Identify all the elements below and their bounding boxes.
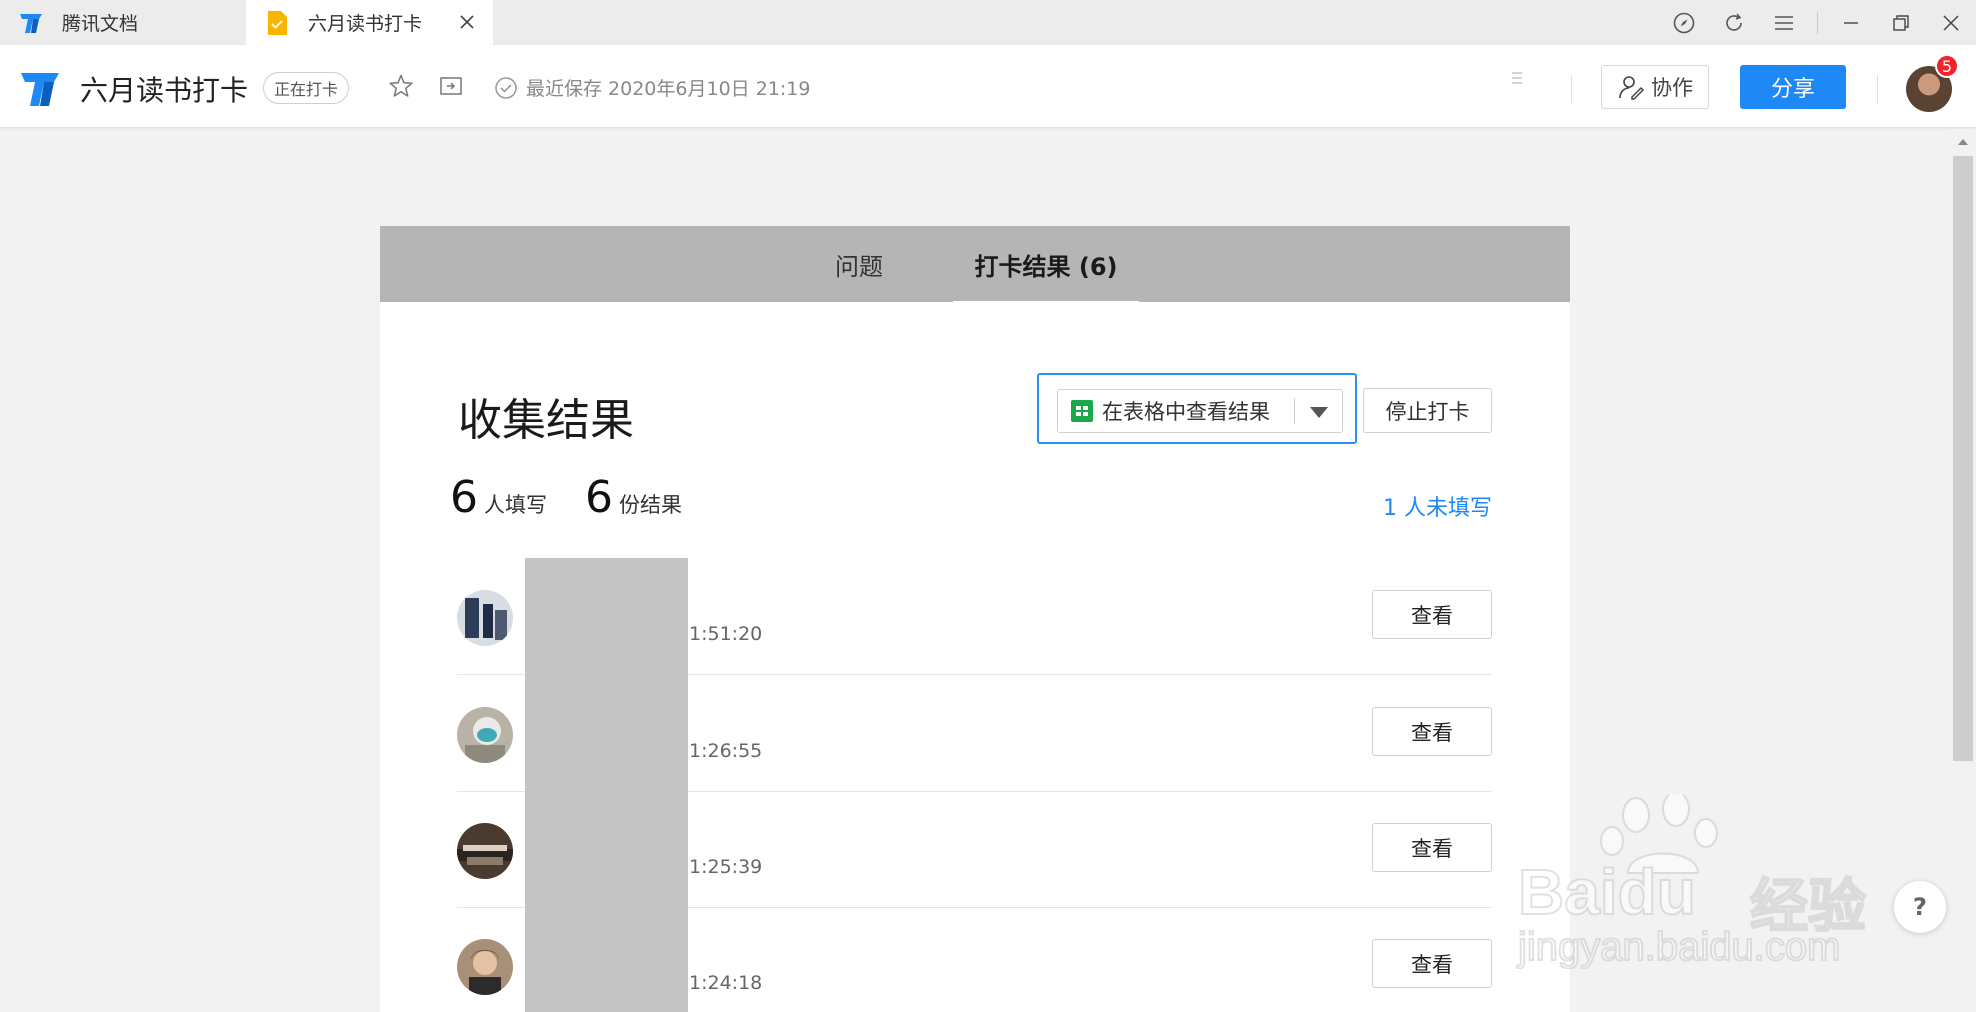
doc-title[interactable]: 六月读书打卡 (80, 69, 248, 109)
collaborate-label: 协作 (1651, 76, 1693, 100)
tab-label: 六月读书打卡 (308, 13, 423, 35)
collaborate-button[interactable]: 协作 (1601, 65, 1709, 109)
tencent-docs-logo-icon (18, 10, 44, 36)
form-doc-icon (264, 10, 290, 36)
result-label: 份结果 (619, 493, 682, 517)
section-title: 收集结果 (458, 395, 634, 446)
watermark-url: jingyan.baidu.com (1517, 924, 1841, 970)
result-count: 6 (585, 472, 613, 523)
unfilled-link[interactable]: 1 人未填写 (1383, 490, 1492, 522)
save-status: 最近保存 2020年6月10日 21:19 (494, 74, 810, 101)
redaction-block (525, 558, 688, 1012)
submit-time: 1:24:18 (689, 972, 763, 994)
doc-header: 六月读书打卡 正在打卡 最近保存 2020年6月10日 21:19 协作 分享 … (0, 45, 1976, 128)
scroll-up-icon[interactable] (1950, 133, 1976, 151)
tab-checkin-results[interactable]: 打卡结果 (6) (953, 226, 1139, 304)
view-in-sheet-label: 在表格中查看结果 (1102, 400, 1270, 424)
submit-time: 1:26:55 (689, 740, 763, 762)
divider (1817, 11, 1818, 34)
stop-checkin-button[interactable]: 停止打卡 (1363, 388, 1492, 433)
scrollbar-thumb[interactable] (1953, 156, 1973, 761)
avatar (457, 707, 513, 763)
check-circle-icon (494, 76, 518, 100)
tab-questions[interactable]: 问题 (820, 226, 898, 302)
divider (1294, 398, 1295, 424)
browser-tab-bar: 腾讯文档 六月读书打卡 (0, 0, 1976, 45)
view-in-sheet-focus-ring: 在表格中查看结果 (1037, 373, 1357, 444)
tab-label: 腾讯文档 (62, 13, 139, 35)
submit-time: 1:51:20 (689, 623, 763, 645)
filled-label: 人填写 (484, 493, 547, 517)
baidu-watermark: Baidu 经验 jingyan.baidu.com (1517, 795, 1870, 973)
view-button[interactable]: 查看 (1372, 823, 1492, 872)
divider (1877, 75, 1878, 103)
close-window-icon[interactable] (1926, 0, 1976, 45)
notification-badge: 5 (1935, 54, 1959, 78)
help-button[interactable]: ? (1894, 881, 1946, 933)
tencent-docs-logo-icon[interactable] (18, 69, 62, 109)
share-button[interactable]: 分享 (1740, 65, 1846, 109)
menu-icon[interactable] (1759, 0, 1809, 45)
avatar (457, 590, 513, 646)
view-in-sheet-button[interactable]: 在表格中查看结果 (1057, 389, 1343, 433)
view-button[interactable]: 查看 (1372, 590, 1492, 639)
spreadsheet-icon (1070, 399, 1094, 423)
tab-june-reading[interactable]: 六月读书打卡 (246, 0, 493, 45)
divider (1571, 75, 1572, 103)
move-to-folder-icon[interactable] (437, 72, 465, 100)
avatar (457, 823, 513, 879)
watermark-brand: Baidu (1517, 855, 1697, 929)
compass-icon[interactable] (1659, 0, 1709, 45)
restore-icon[interactable] (1876, 0, 1926, 45)
dropdown-caret-icon[interactable] (1308, 402, 1330, 426)
collaborate-icon (1619, 76, 1645, 100)
result-stats: 6 人填写 6 份结果 (450, 472, 720, 523)
star-icon[interactable] (387, 72, 415, 100)
outline-icon[interactable] (1505, 69, 1529, 89)
status-badge: 正在打卡 (263, 72, 350, 104)
submit-time: 1:25:39 (689, 856, 763, 878)
close-tab-icon[interactable] (455, 10, 479, 34)
view-button[interactable]: 查看 (1372, 707, 1492, 756)
view-button[interactable]: 查看 (1372, 939, 1492, 988)
save-time-text: 最近保存 2020年6月10日 21:19 (526, 78, 811, 100)
minimize-icon[interactable] (1826, 0, 1876, 45)
window-controls (1659, 0, 1976, 45)
tab-tencent-docs[interactable]: 腾讯文档 (0, 0, 245, 45)
card-tab-bar: 问题 打卡结果 (6) (380, 226, 1570, 304)
refresh-icon[interactable] (1709, 0, 1759, 45)
filled-count: 6 (450, 472, 478, 523)
avatar (457, 939, 513, 995)
